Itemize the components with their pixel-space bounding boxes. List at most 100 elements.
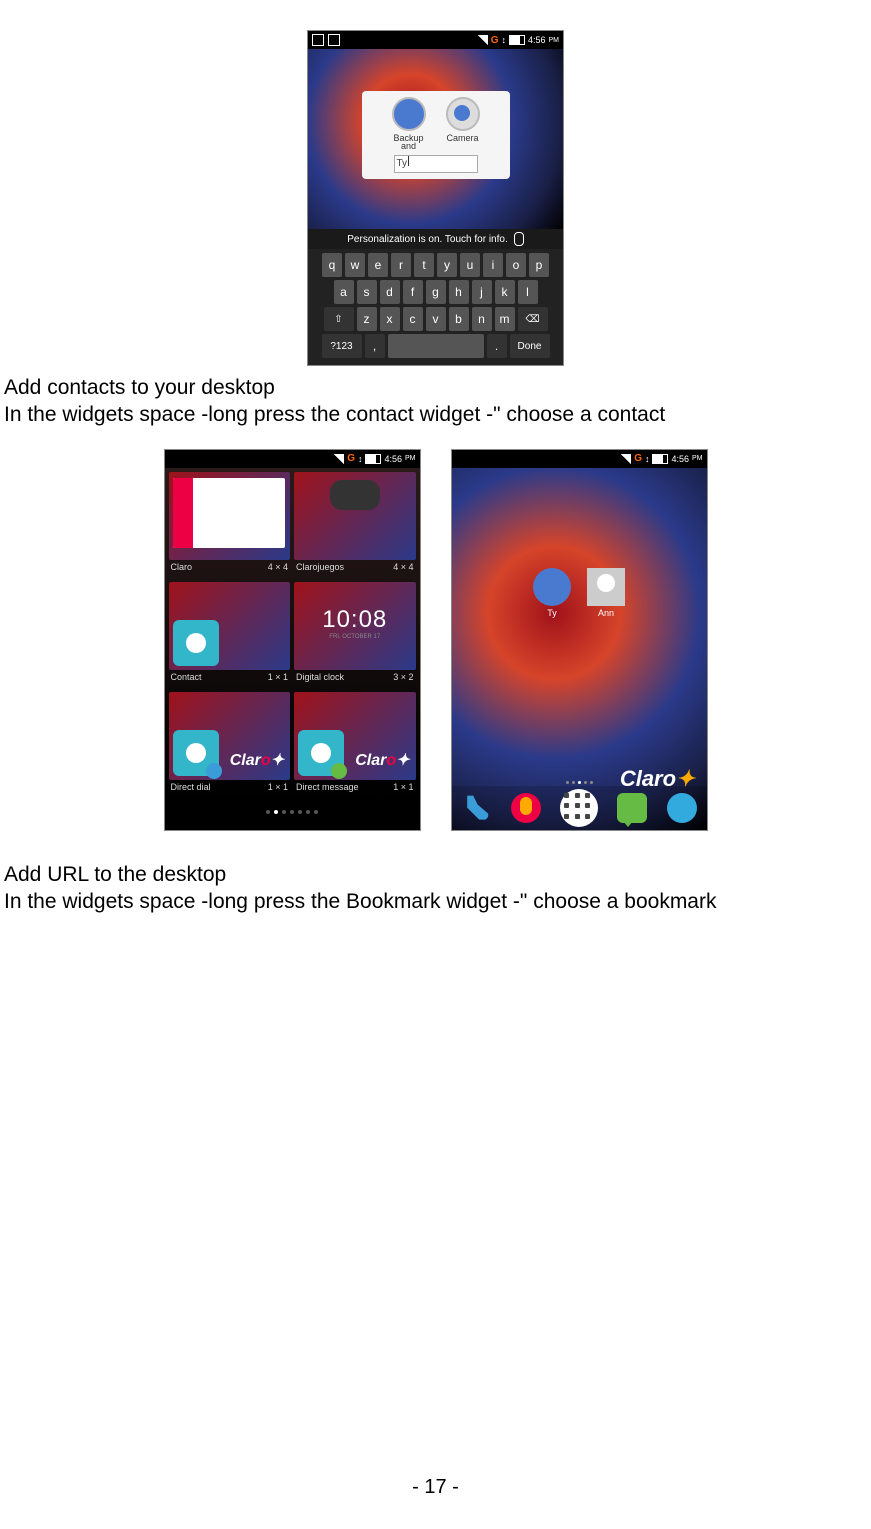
suggestion-label: Camera [446,133,478,143]
suggestion-camera[interactable]: Camera [446,97,480,151]
widget-digital-clock[interactable]: 10:08FRI, OCTOBER 17Digital clock3 × 2 [294,582,416,688]
key-x[interactable]: x [380,307,400,331]
key-n[interactable]: n [472,307,492,331]
widget-name: Direct message [296,782,359,792]
key-⇧[interactable]: ⇧ [324,307,354,331]
screenshot-widget-list: G ↕ 4:56 PM Claro 4 × 4 Clarojuegos 4 × 4 Co… [164,449,421,831]
widget-size: 1 × 1 [268,782,288,792]
wifi-icon [478,35,488,45]
battery-icon [509,35,525,45]
key-?123[interactable]: ?123 [322,334,362,358]
widget-contact[interactable]: Contact 1 × 1 [169,582,291,688]
clock-time: 4:56 [384,454,402,464]
network-label: G [347,453,355,464]
status-bar: G ↕ 4:56 PM [165,450,420,468]
clock-ampm: PM [549,37,560,44]
widget-claro[interactable]: Claro 4 × 4 [169,472,291,578]
suggestion-label: and [401,141,416,151]
ime-hint-text: Personalization is on. Touch for info. [347,234,507,245]
battery-icon [365,454,381,464]
caption-body: In the widgets space -long press the Boo… [0,888,871,915]
soft-keyboard: qwertyuiop asdfghjkl ⇧zxcvbnm⌫ ?123, .Do… [308,249,563,365]
ime-hint-bar[interactable]: Personalization is on. Touch for info. [308,229,563,249]
shortcut-label: Ann [598,608,614,618]
widget-name: Clarojuegos [296,562,344,572]
suggestion-popup: Backup and Camera Ty [362,91,510,179]
key-Done[interactable]: Done [510,334,550,358]
key-k[interactable]: k [495,280,515,304]
key-c[interactable]: c [403,307,423,331]
widget-name: Direct dial [171,782,211,792]
key-j[interactable]: j [472,280,492,304]
widget-size: 4 × 4 [268,562,288,572]
dock [452,786,707,830]
network-label: G [491,35,499,46]
key-u[interactable]: u [460,253,480,277]
widget-name: Digital clock [296,672,344,682]
key-r[interactable]: r [391,253,411,277]
key-[interactable] [388,334,484,358]
notification-icon [328,34,340,46]
key-m[interactable]: m [495,307,515,331]
phone-icon[interactable] [461,793,491,823]
page-number: - 17 - [0,1476,871,1499]
widget-size: 3 × 2 [393,672,413,682]
clock-ampm: PM [692,455,703,462]
key-a[interactable]: a [334,280,354,304]
data-arrows-icon: ↕ [645,454,650,464]
widget-clarojuegos[interactable]: Clarojuegos 4 × 4 [294,472,416,578]
search-input[interactable]: Ty [394,155,478,173]
messaging-icon[interactable] [617,793,647,823]
wifi-icon [334,454,344,464]
mic-icon[interactable] [514,232,524,246]
caption-body: In the widgets space -long press the con… [0,401,871,428]
widget-direct-dial[interactable]: Claro✦Direct dial1 × 1 [169,692,291,798]
app-drawer-icon[interactable] [560,789,598,827]
widget-direct-message[interactable]: Claro✦Direct message1 × 1 [294,692,416,798]
avatar-icon [587,568,625,606]
page-indicator [165,802,420,822]
status-bar: G ↕ 4:56 PM [452,450,707,468]
key-,[interactable]: , [365,334,385,358]
page-indicator [452,781,707,784]
claro-app-icon[interactable] [511,793,541,823]
clock-time: 4:56 [528,35,546,45]
clock-ampm: PM [405,455,416,462]
wifi-icon [621,454,631,464]
widget-size: 4 × 4 [393,562,413,572]
contact-shortcut[interactable]: Ty [533,568,571,618]
key-f[interactable]: f [403,280,423,304]
key-i[interactable]: i [483,253,503,277]
data-arrows-icon: ↕ [358,454,363,464]
key-l[interactable]: l [518,280,538,304]
battery-icon [652,454,668,464]
key-⌫[interactable]: ⌫ [518,307,548,331]
caption-heading: Add URL to the desktop [0,861,871,888]
notification-icon [312,34,324,46]
key-.[interactable]: . [487,334,507,358]
suggestion-backup[interactable]: Backup and [392,97,426,151]
key-v[interactable]: v [426,307,446,331]
widget-name: Contact [171,672,202,682]
status-bar: G ↕ 4:56 PM [308,31,563,49]
widget-size: 1 × 1 [268,672,288,682]
key-t[interactable]: t [414,253,434,277]
key-q[interactable]: q [322,253,342,277]
key-z[interactable]: z [357,307,377,331]
contact-icon [533,568,571,606]
widget-size: 1 × 1 [393,782,413,792]
contact-shortcut[interactable]: Ann [587,568,625,618]
screenshot-home: G ↕ 4:56 PM Ty Ann [451,449,708,831]
key-w[interactable]: w [345,253,365,277]
key-p[interactable]: p [529,253,549,277]
browser-icon[interactable] [667,793,697,823]
key-h[interactable]: h [449,280,469,304]
key-o[interactable]: o [506,253,526,277]
key-s[interactable]: s [357,280,377,304]
key-e[interactable]: e [368,253,388,277]
key-d[interactable]: d [380,280,400,304]
key-g[interactable]: g [426,280,446,304]
key-b[interactable]: b [449,307,469,331]
key-y[interactable]: y [437,253,457,277]
widget-name: Claro [171,562,193,572]
